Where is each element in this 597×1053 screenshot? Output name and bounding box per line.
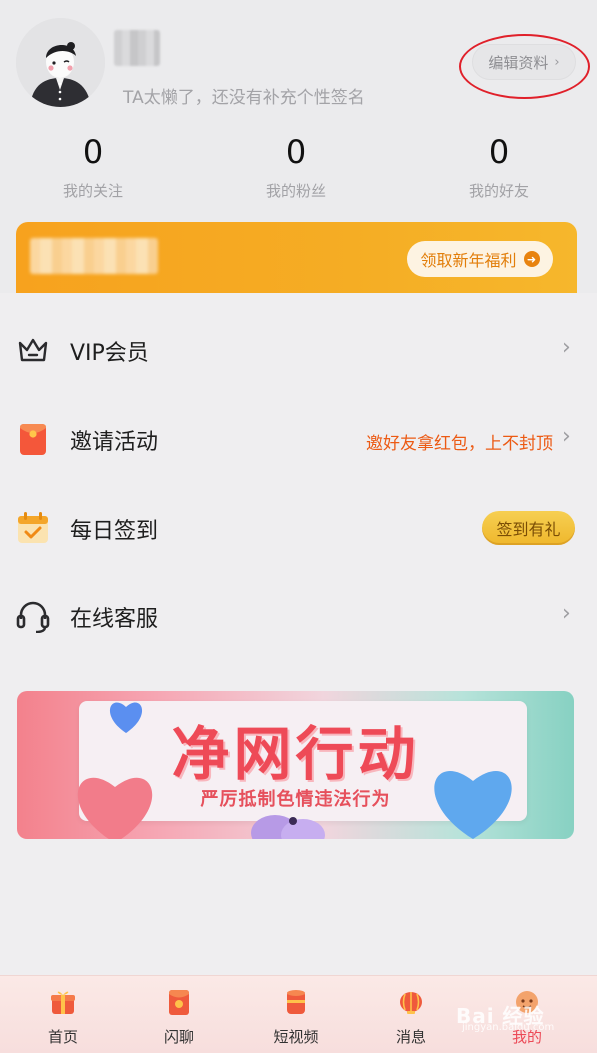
menu-item-vip-label: VIP会员 xyxy=(70,341,149,366)
nav-short-video-label: 短视频 xyxy=(273,1028,319,1046)
edit-profile-button[interactable]: 编辑资料 › xyxy=(472,44,576,80)
avatar[interactable] xyxy=(16,18,105,107)
menu-list: VIP会员 › 邀请活动 邀好友拿红包，上不封顶 › 每日签到 签到有礼 在线客… xyxy=(0,293,597,975)
stat-followers[interactable]: 0 我的粉丝 xyxy=(226,130,366,201)
nav-home[interactable]: 首页 xyxy=(18,986,108,1048)
checkin-reward-button[interactable]: 签到有礼 xyxy=(482,511,575,545)
stat-friends-label: 我的好友 xyxy=(468,182,529,200)
nav-me-label: 我的 xyxy=(511,1028,542,1046)
stat-following-label: 我的关注 xyxy=(62,182,123,200)
bottom-nav: 首页 闪聊 短视频 消息 我的 xyxy=(0,975,597,1053)
menu-item-checkin-label: 每日签到 xyxy=(70,519,159,544)
flash-chat-icon xyxy=(169,990,189,1015)
profile-signature: TA太懒了，还没有补充个性签名 xyxy=(123,88,365,108)
menu-item-support[interactable]: 在线客服 › xyxy=(0,573,597,662)
nav-messages-label: 消息 xyxy=(395,1028,426,1046)
username-blurred xyxy=(114,30,160,66)
stat-friends[interactable]: 0 我的好友 xyxy=(429,130,569,201)
red-envelope-icon xyxy=(20,424,46,455)
nav-messages[interactable]: 消息 xyxy=(366,986,456,1048)
menu-item-invite[interactable]: 邀请活动 邀好友拿红包，上不封顶 › xyxy=(0,396,597,485)
menu-item-vip[interactable]: VIP会员 › xyxy=(0,307,597,396)
stat-followers-label: 我的粉丝 xyxy=(265,182,326,200)
clean-network-banner[interactable]: 净网行动 严厉抵制色情违法行为 xyxy=(17,691,574,839)
chevron-right-icon: › xyxy=(562,424,571,449)
stat-friends-count: 0 xyxy=(488,133,510,171)
me-icon xyxy=(516,991,538,1013)
nav-me[interactable]: 我的 xyxy=(482,986,572,1048)
banner-title: 净网行动 xyxy=(171,720,420,788)
chevron-right-icon: › xyxy=(562,335,571,360)
banner-subtitle: 严厉抵制色情违法行为 xyxy=(200,789,391,810)
crown-icon xyxy=(18,338,48,362)
calendar-check-icon xyxy=(18,512,48,543)
stat-following-count: 0 xyxy=(82,133,104,171)
nav-short-video[interactable]: 短视频 xyxy=(251,986,341,1048)
claim-new-year-bonus-button[interactable]: 领取新年福利 ➜ xyxy=(407,241,553,277)
menu-item-invite-label: 邀请活动 xyxy=(70,430,159,455)
chevron-right-icon: › xyxy=(562,601,571,626)
headset-icon xyxy=(16,601,50,633)
stat-followers-count: 0 xyxy=(285,133,307,171)
invite-promo-text: 邀好友拿红包，上不封顶 xyxy=(366,434,553,454)
promo-text-blurred xyxy=(30,238,158,274)
video-icon xyxy=(287,990,305,1014)
stats-row: 0 我的关注 0 我的粉丝 0 我的好友 xyxy=(0,130,597,210)
menu-item-support-label: 在线客服 xyxy=(70,607,159,632)
chevron-right-icon: › xyxy=(554,54,560,70)
claim-bonus-label: 领取新年福利 xyxy=(420,251,517,270)
message-lantern-icon xyxy=(400,992,422,1014)
purple-cloud-icon xyxy=(251,815,325,839)
home-gift-icon xyxy=(51,991,75,1014)
nav-home-label: 首页 xyxy=(47,1028,78,1046)
stat-following[interactable]: 0 我的关注 xyxy=(23,130,163,201)
edit-profile-label: 编辑资料 xyxy=(488,53,549,72)
avatar-illustration-icon xyxy=(16,18,105,107)
nav-flash-chat-label: 闪聊 xyxy=(163,1028,194,1046)
nav-flash-chat[interactable]: 闪聊 xyxy=(134,986,224,1048)
arrow-right-circle-icon: ➜ xyxy=(523,251,540,267)
